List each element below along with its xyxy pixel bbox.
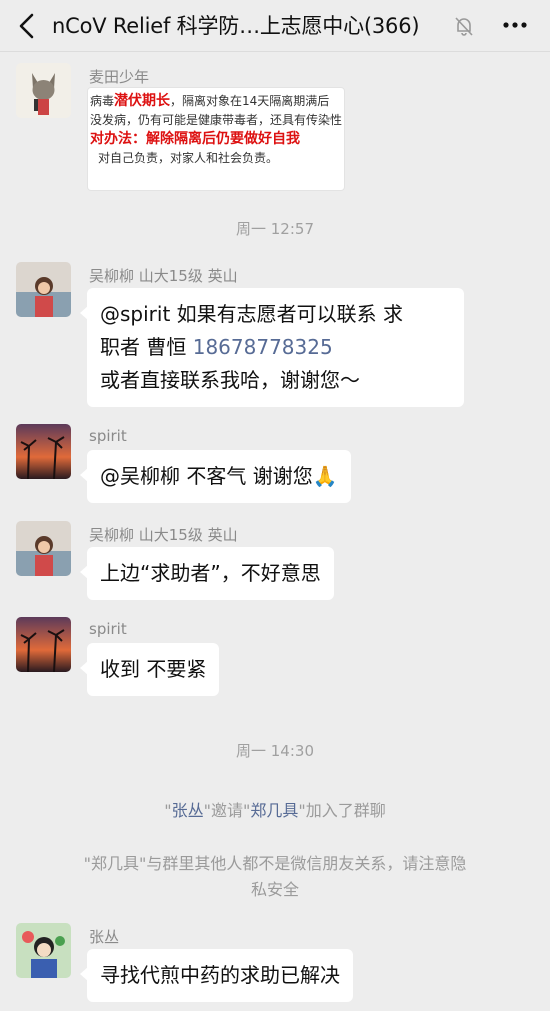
shared-image[interactable]: 病毒潜伏期长，隔离对象在14天隔离期满后 没发病，仍有可能是健康带毒者，还具有传… (87, 87, 345, 191)
notice-line: 私安全 (250, 880, 299, 899)
image-line: 对办法：解除隔离后仍要做好自我 (90, 131, 300, 147)
timestamp: 周一 12:57 (236, 220, 314, 238)
image-line: 没发病，仍有可能是健康带毒者，还具有传染性 (90, 113, 343, 127)
phone-link[interactable]: 18678778325 (193, 335, 333, 359)
message-bubble[interactable]: 寻找代煎中药的求助已解决 (80, 949, 353, 1002)
avatar[interactable] (16, 923, 71, 978)
message-text: @吴柳柳 不客气 谢谢您 (100, 464, 313, 488)
avatar[interactable] (16, 521, 71, 576)
sender-name: 张丛 (89, 928, 120, 946)
message-bubble[interactable]: 上边“求助者”，不好意思 (80, 547, 334, 600)
mute-bell-icon (455, 17, 473, 36)
chat-title: nCoV Relief 科学防…上志愿中心(366) (52, 14, 420, 38)
sender-name: 吴柳柳 山大15级 英山 (89, 526, 238, 544)
image-line: 病毒潜伏期长，隔离对象在14天隔离期满后 (90, 93, 330, 109)
timestamp: 周一 14:30 (236, 742, 314, 760)
system-privacy-notice: "郑几具"与群里其他人都不是微信朋友关系，请注意隐 私安全 (30, 851, 520, 903)
message-text: 寻找代煎中药的求助已解决 (100, 963, 340, 987)
message-bubble[interactable]: @spirit 如果有志愿者可以联系 求 职者 曹恒 18678778325 或… (80, 288, 464, 407)
message-text: 上边“求助者”，不好意思 (100, 561, 321, 585)
more-options-icon[interactable] (500, 12, 530, 38)
sender-name: spirit (89, 427, 127, 445)
message-bubble[interactable]: 收到 不要紧 (79, 643, 220, 696)
praying-hands-icon: 🙏 (312, 464, 338, 488)
avatar[interactable] (16, 63, 71, 118)
sender-name: 麦田少年 (89, 68, 150, 86)
avatar[interactable] (16, 262, 71, 317)
message-text: 收到 不要紧 (100, 657, 207, 681)
notice-line: "郑几具"与群里其他人都不是微信朋友关系，请注意隐 (83, 854, 467, 873)
message-text: 职者 曹恒 18678778325 (100, 335, 333, 359)
sender-name: 吴柳柳 山大15级 英山 (89, 267, 238, 285)
avatar[interactable] (16, 617, 71, 672)
avatar[interactable] (16, 424, 71, 479)
chat-header: nCoV Relief 科学防…上志愿中心(366) (0, 0, 550, 52)
inviter-link[interactable]: 张丛 (172, 801, 204, 820)
message-text: @spirit 如果有志愿者可以联系 求 (100, 302, 404, 326)
sender-name: spirit (89, 620, 127, 638)
message-bubble[interactable]: @吴柳柳 不客气 谢谢您🙏 (80, 450, 351, 503)
system-invite-notice: "张丛"邀请"郑几具"加入了群聊 (164, 801, 386, 820)
back-arrow-icon[interactable] (12, 10, 42, 42)
message-text: 或者直接联系我哈，谢谢您～ (100, 368, 360, 392)
invitee-link[interactable]: 郑几具 (250, 801, 298, 820)
image-line: 对自己负责，对家人和社会负责。 (98, 151, 279, 165)
